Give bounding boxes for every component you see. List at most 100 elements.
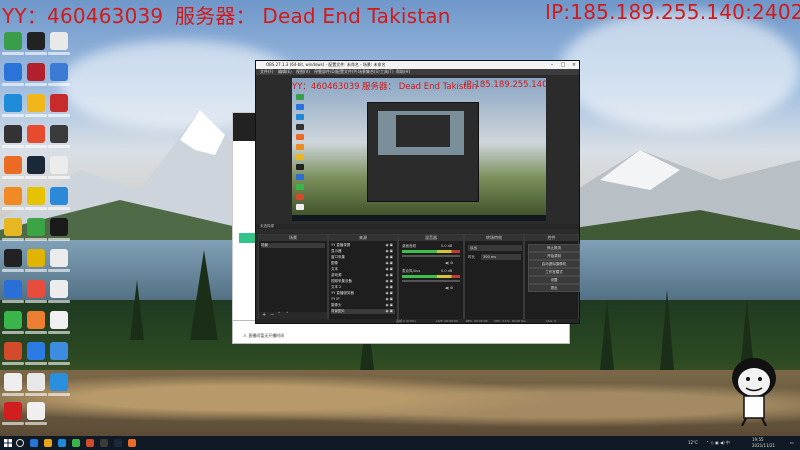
chat-icon[interactable] bbox=[25, 218, 47, 241]
nvidia-icon[interactable] bbox=[48, 218, 70, 241]
minimize-icon[interactable]: – bbox=[547, 61, 557, 69]
visibility-lock-icon[interactable]: ◉ ▣ bbox=[386, 249, 393, 254]
source-item[interactable]: 显示器 ◉ ▣ bbox=[331, 249, 395, 254]
scenes-dock[interactable]: 场景 场景 + − ˄ ˅ bbox=[258, 234, 328, 320]
taskbar-app-icon[interactable] bbox=[86, 439, 94, 447]
obs-titlebar[interactable]: OBS 27.1.3 (64-bit, windows) - 配置文件: 未命名… bbox=[256, 61, 579, 69]
file-icon[interactable] bbox=[48, 32, 70, 55]
scene-item[interactable]: 场景 bbox=[261, 243, 325, 248]
visibility-lock-icon[interactable]: ◉ ▣ bbox=[386, 303, 393, 308]
menu-edit[interactable]: 编辑(E) bbox=[278, 69, 292, 75]
app-icon[interactable] bbox=[48, 342, 70, 365]
app-icon[interactable] bbox=[25, 63, 47, 86]
folder-icon[interactable] bbox=[44, 439, 52, 447]
app-icon[interactable] bbox=[2, 156, 24, 179]
file-icon[interactable] bbox=[48, 249, 70, 272]
steam-icon[interactable] bbox=[114, 439, 122, 447]
exit-button[interactable]: 退出 bbox=[528, 284, 580, 292]
close-icon[interactable]: × bbox=[569, 61, 579, 69]
source-item[interactable]: 游戏源 ◉ ▣ bbox=[331, 273, 395, 278]
source-item[interactable]: 背景图片 ◉ ▣ bbox=[331, 309, 395, 314]
speaker-icon[interactable]: ◀) ⚙ bbox=[445, 261, 453, 265]
app-icon[interactable] bbox=[2, 187, 24, 210]
clock-date[interactable]: 2021/11/21 bbox=[752, 442, 775, 449]
source-item[interactable]: 文本 2 ◉ ▣ bbox=[331, 285, 395, 290]
app-icon[interactable] bbox=[25, 32, 47, 55]
edge-icon[interactable] bbox=[58, 439, 66, 447]
visibility-lock-icon[interactable]: ◉ ▣ bbox=[386, 297, 393, 302]
visibility-lock-icon[interactable]: ◉ ▣ bbox=[386, 273, 393, 278]
tray-icons[interactable]: ⌃ ◇ ▣ ◀) 中 bbox=[706, 436, 730, 450]
app-icon[interactable] bbox=[25, 249, 47, 272]
source-item[interactable]: 文本 ◉ ▣ bbox=[331, 267, 395, 272]
weather-temp[interactable]: 12°C bbox=[688, 436, 698, 450]
remove-scene-icon[interactable]: − bbox=[270, 312, 274, 319]
file-icon[interactable] bbox=[48, 156, 70, 179]
stop-streaming-button[interactable]: 停止推流 bbox=[528, 244, 580, 252]
app-icon[interactable] bbox=[2, 218, 24, 241]
app-icon[interactable] bbox=[25, 311, 47, 334]
mic-slider[interactable] bbox=[402, 280, 460, 282]
wechat-icon[interactable] bbox=[2, 311, 24, 334]
app-icon[interactable] bbox=[2, 373, 24, 396]
controls-dock[interactable]: 控件 停止推流 开始录制 启动虚拟摄像机 工作室模式 设置 退出 bbox=[524, 234, 580, 320]
source-item[interactable]: 图像 ◉ ▣ bbox=[331, 261, 395, 266]
mic-speaker-icon[interactable]: ◀) ⚙ bbox=[445, 286, 453, 290]
source-item[interactable]: 摄像头 ◉ ▣ bbox=[331, 303, 395, 308]
app-icon[interactable] bbox=[2, 280, 24, 303]
browser-icon[interactable] bbox=[2, 63, 24, 86]
menu-scene-collection[interactable]: 场景集合(S) bbox=[358, 69, 380, 75]
start-recording-button[interactable]: 开始录制 bbox=[528, 252, 580, 260]
obs-preview[interactable]: YY：460463039 服务器： Dead End Takistan IP:1… bbox=[292, 78, 546, 221]
visibility-lock-icon[interactable]: ◉ ▣ bbox=[386, 255, 393, 260]
file-icon[interactable] bbox=[25, 402, 47, 425]
file-icon[interactable] bbox=[48, 280, 70, 303]
app-icon[interactable] bbox=[25, 280, 47, 303]
obs-window[interactable]: OBS 27.1.3 (64-bit, windows) - 配置文件: 未命名… bbox=[255, 60, 580, 324]
visibility-lock-icon[interactable]: ◉ ▣ bbox=[386, 243, 393, 248]
source-item[interactable]: YY IP ◉ ▣ bbox=[331, 297, 395, 302]
app-icon[interactable] bbox=[25, 94, 47, 117]
qq-icon[interactable] bbox=[2, 249, 24, 272]
mixer-dock[interactable]: 混音器 桌面音频 0.0 dB ◀) ⚙ 麦克风/Aux 0.0 dB ◀) ⚙ bbox=[398, 234, 464, 320]
add-scene-icon[interactable]: + bbox=[262, 312, 266, 319]
menu-docks[interactable]: 停靠部件(D) bbox=[314, 69, 336, 75]
menu-help[interactable]: 帮助(H) bbox=[396, 69, 410, 75]
visibility-lock-icon[interactable]: ◉ ▣ bbox=[386, 285, 393, 290]
app-icon[interactable] bbox=[48, 94, 70, 117]
menu-profile[interactable]: 配置文件(P) bbox=[336, 69, 358, 75]
source-item[interactable]: YY 直播录屏 ◉ ▣ bbox=[331, 243, 395, 248]
security-icon[interactable] bbox=[2, 32, 24, 55]
menu-view[interactable]: 视图(V) bbox=[296, 69, 310, 75]
visibility-lock-icon[interactable]: ◉ ▣ bbox=[386, 267, 393, 272]
transitions-dock[interactable]: 转场特效 淡出 时长 300 ms bbox=[464, 234, 524, 320]
visibility-lock-icon[interactable]: ◉ ▣ bbox=[386, 291, 393, 296]
edge-icon[interactable] bbox=[2, 94, 24, 117]
search-icon[interactable] bbox=[16, 439, 24, 447]
chrome-icon[interactable] bbox=[48, 311, 70, 334]
steam-icon[interactable] bbox=[2, 125, 24, 148]
source-item[interactable]: 窗口采集 ◉ ▣ bbox=[331, 255, 395, 260]
steam-icon[interactable] bbox=[25, 156, 47, 179]
transition-select[interactable]: 淡出 bbox=[468, 245, 522, 251]
obs-icon[interactable] bbox=[100, 439, 108, 447]
source-item[interactable]: 视频采集设备 ◉ ▣ bbox=[331, 279, 395, 284]
move-down-icon[interactable]: ˅ bbox=[286, 312, 289, 319]
wechat-icon[interactable] bbox=[72, 439, 80, 447]
home-icon[interactable] bbox=[48, 187, 70, 210]
visibility-lock-icon[interactable]: ◉ ▣ bbox=[386, 261, 393, 266]
duration-input[interactable]: 300 ms bbox=[481, 254, 521, 260]
menu-tools[interactable]: 工具(T) bbox=[380, 69, 394, 75]
app-icon[interactable] bbox=[2, 342, 24, 365]
visibility-lock-icon[interactable]: ◉ ▣ bbox=[386, 279, 393, 284]
taskbar-app-icon[interactable] bbox=[30, 439, 38, 447]
gear-icon[interactable] bbox=[25, 342, 47, 365]
sources-dock[interactable]: 来源 YY 直播录屏 ◉ ▣ 显示器 ◉ ▣ 窗口采集 ◉ ▣ 图像 ◉ ▣ 文本 ◉ ▣… bbox=[328, 234, 398, 320]
source-item[interactable]: YY 直播服务器 ◉ ▣ bbox=[331, 291, 395, 296]
studio-mode-button[interactable]: 工作室模式 bbox=[528, 268, 580, 276]
netease-icon[interactable] bbox=[2, 402, 24, 425]
maximize-icon[interactable]: □ bbox=[558, 61, 568, 69]
notification-icon[interactable]: ▭ bbox=[790, 436, 794, 450]
app-icon[interactable] bbox=[25, 125, 47, 148]
virtual-camera-button[interactable]: 启动虚拟摄像机 bbox=[528, 260, 580, 268]
